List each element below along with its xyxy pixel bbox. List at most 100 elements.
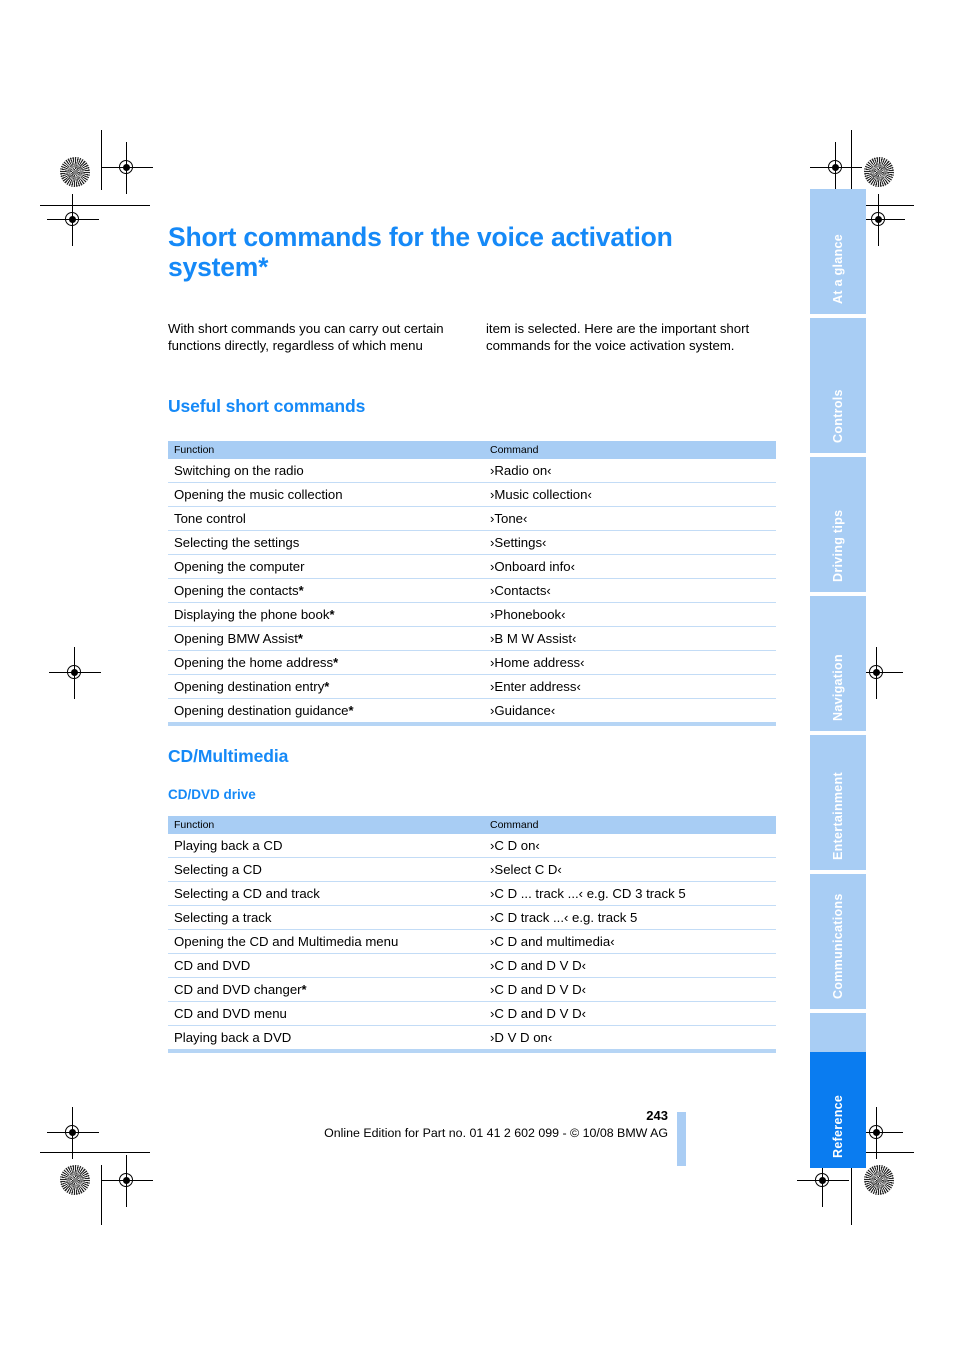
crop-line-tr-v <box>851 130 852 190</box>
table-row: Opening BMW Assist* ›B M W Assist‹ <box>168 626 776 651</box>
optional-equipment-asterisk: * <box>298 583 304 598</box>
cell-command: ›Enter address‹ <box>484 674 776 699</box>
registration-target-top-left-b <box>47 194 99 246</box>
page-number: 243 <box>646 1108 668 1123</box>
registration-target-top-left-a <box>101 142 153 194</box>
column-header-command: Command <box>484 441 776 459</box>
crop-line-tl-h <box>40 205 150 206</box>
halftone-star-top-left <box>60 157 90 187</box>
edition-notice: Online Edition for Part no. 01 41 2 602 … <box>324 1126 668 1140</box>
cell-command: ›Settings‹ <box>484 530 776 555</box>
halftone-star-bottom-right <box>864 1165 894 1195</box>
cell-command: ›Onboard info‹ <box>484 554 776 579</box>
optional-equipment-asterisk: * <box>297 631 303 646</box>
optional-equipment-asterisk: * <box>333 655 339 670</box>
table-cd-dvd-drive-commands: Function Command Playing back a CD ›C D o… <box>168 816 776 1053</box>
table-row: Selecting a CD ›Select C D‹ <box>168 857 776 882</box>
table-row: CD and DVD ›C D and D V D‹ <box>168 953 776 978</box>
table-row: Selecting a CD and track ›C D ... track .… <box>168 881 776 906</box>
cell-function: Opening the home address* <box>168 650 484 675</box>
cell-function: CD and DVD changer* <box>168 977 484 1002</box>
cell-function: Opening BMW Assist* <box>168 626 484 651</box>
table-row: Playing back a DVD ›D V D on‹ <box>168 1025 776 1053</box>
table-body-cd: Playing back a CD ›C D on‹ Selecting a CD ›… <box>168 834 776 1053</box>
column-header-function: Function <box>168 441 484 459</box>
crop-line-bl-h <box>40 1152 150 1153</box>
optional-equipment-asterisk: * <box>324 679 330 694</box>
cell-command: ›C D on‹ <box>484 834 776 858</box>
cell-command: ›Contacts‹ <box>484 578 776 603</box>
cell-function: Displaying the phone book* <box>168 602 484 627</box>
crop-line-tl-v <box>101 130 102 190</box>
cell-function: Opening the contacts* <box>168 578 484 603</box>
section-heading-useful-short-commands: Useful short commands <box>168 396 366 416</box>
sidebar-tab-navigation[interactable]: Navigation <box>810 596 866 731</box>
table-header-row: Function Command <box>168 816 776 834</box>
optional-equipment-asterisk: * <box>348 703 354 718</box>
table-row: Opening the CD and Multimedia menu ›C D a… <box>168 929 776 954</box>
table-useful-short-commands: Function Command Switching on the radio ›… <box>168 441 776 726</box>
sidebar-tab-label: Controls <box>831 389 845 443</box>
registration-target-bottom-left-a <box>47 1107 99 1159</box>
cell-function: Opening the CD and Multimedia menu <box>168 929 484 954</box>
cell-command: ›C D ... track ...‹ e.g. CD 3 track 5 <box>484 881 776 906</box>
cell-command: ›C D and multimedia‹ <box>484 929 776 954</box>
table-row: Selecting the settings ›Settings‹ <box>168 530 776 555</box>
sidebar-tab-label: Driving tips <box>831 509 845 582</box>
table-row: Selecting a track ›C D track ...‹ e.g. tr… <box>168 905 776 930</box>
table-row: CD and DVD menu ›C D and D V D‹ <box>168 1001 776 1026</box>
cell-function: Opening the computer <box>168 554 484 579</box>
table-row: Opening the computer ›Onboard info‹ <box>168 554 776 579</box>
registration-target-mid-left <box>49 647 101 699</box>
table-row: Opening destination guidance* ›Guidance‹ <box>168 698 776 726</box>
halftone-star-bottom-left <box>60 1165 90 1195</box>
cell-function: CD and DVD menu <box>168 1001 484 1026</box>
table-row: Displaying the phone book* ›Phonebook‹ <box>168 602 776 627</box>
crop-line-tr-h <box>866 205 914 206</box>
sidebar-tab-controls[interactable]: Controls <box>810 318 866 453</box>
footer-accent-bar <box>677 1112 686 1166</box>
sidebar-tab-reference[interactable]: Reference <box>810 1052 866 1168</box>
subsection-heading-cd-dvd-drive: CD/DVD drive <box>168 787 256 802</box>
cell-command: ›C D and D V D‹ <box>484 977 776 1002</box>
cell-command: ›Home address‹ <box>484 650 776 675</box>
column-header-function: Function <box>168 816 484 834</box>
cell-command: ›Select C D‹ <box>484 857 776 882</box>
cell-command: ›C D and D V D‹ <box>484 953 776 978</box>
sidebar-tab-label: Navigation <box>831 654 845 721</box>
sidebar-tab-communications[interactable]: Communications <box>810 874 866 1009</box>
sidebar-tab-at-a-glance[interactable]: At a glance <box>810 189 866 314</box>
cell-function: Playing back a DVD <box>168 1025 484 1053</box>
cell-function: Selecting a track <box>168 905 484 930</box>
cell-function: Selecting a CD <box>168 857 484 882</box>
cell-function: Opening destination guidance* <box>168 698 484 726</box>
table-row: Tone control ›Tone‹ <box>168 506 776 531</box>
sidebar-tab-label: Communications <box>831 893 845 999</box>
page-content: Short commands for the voice activation … <box>168 0 780 1350</box>
cell-command: ›Radio on‹ <box>484 459 776 483</box>
table-header-row: Function Command <box>168 441 776 459</box>
registration-target-bottom-left-b <box>101 1155 153 1207</box>
sidebar-tab-label: Entertainment <box>831 772 845 860</box>
table-row: Opening the contacts* ›Contacts‹ <box>168 578 776 603</box>
sidebar-tab-entertainment[interactable]: Entertainment <box>810 735 866 870</box>
cell-function: Tone control <box>168 506 484 531</box>
cell-command: ›C D track ...‹ e.g. track 5 <box>484 905 776 930</box>
crop-line-br-h <box>866 1152 914 1153</box>
halftone-star-top-right <box>864 157 894 187</box>
chapter-tab-sidebar: At a glance Controls Driving tips Navigatio… <box>810 189 866 1168</box>
page-footer: 243 Online Edition for Part no. 01 41 2 … <box>168 1108 668 1141</box>
sidebar-tab-driving-tips[interactable]: Driving tips <box>810 457 866 592</box>
intro-column-right: item is selected. Here are the important… <box>486 321 750 353</box>
registration-target-top-right-b <box>853 194 905 246</box>
table-row: CD and DVD changer* ›C D and D V D‹ <box>168 977 776 1002</box>
cell-command: ›C D and D V D‹ <box>484 1001 776 1026</box>
registration-target-bottom-right-b <box>797 1155 849 1207</box>
page-title: Short commands for the voice activation … <box>168 222 673 282</box>
cell-function: Switching on the radio <box>168 459 484 483</box>
cell-command: ›D V D on‹ <box>484 1025 776 1053</box>
cell-function: Opening destination entry* <box>168 674 484 699</box>
sidebar-tab-label: Reference <box>831 1094 845 1158</box>
table-row: Playing back a CD ›C D on‹ <box>168 834 776 858</box>
section-heading-cd-multimedia: CD/Multimedia <box>168 746 289 766</box>
